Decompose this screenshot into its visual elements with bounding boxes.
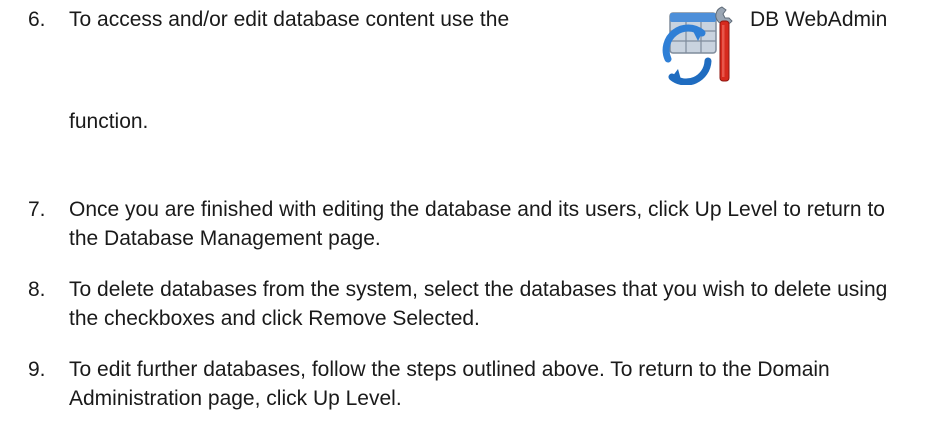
- step-number: 8.: [28, 278, 46, 301]
- step-text-continued: function.: [69, 110, 149, 133]
- step-text: To delete databases from the system, sel…: [69, 278, 888, 330]
- step-9: 9. To edit further databases, follow the…: [28, 355, 928, 415]
- step-text: Once you are finished with editing the d…: [69, 198, 885, 250]
- step-number: 6.: [28, 8, 46, 31]
- step-8: 8. To delete databases from the system, …: [28, 275, 928, 335]
- step-number: 9.: [28, 358, 46, 381]
- step-7: 7. Once you are finished with editing th…: [28, 195, 928, 255]
- step-text: To edit further databases, follow the st…: [69, 358, 830, 410]
- db-webadmin-icon: [662, 3, 742, 86]
- instruction-page: 6. To access and/or edit database conten…: [0, 0, 946, 428]
- step-text: To access and/or edit database content u…: [69, 8, 510, 31]
- step-number: 7.: [28, 198, 46, 221]
- step-6: 6. To access and/or edit database conten…: [28, 5, 928, 140]
- step-text-after-icon: DB WebAdmin: [750, 8, 888, 31]
